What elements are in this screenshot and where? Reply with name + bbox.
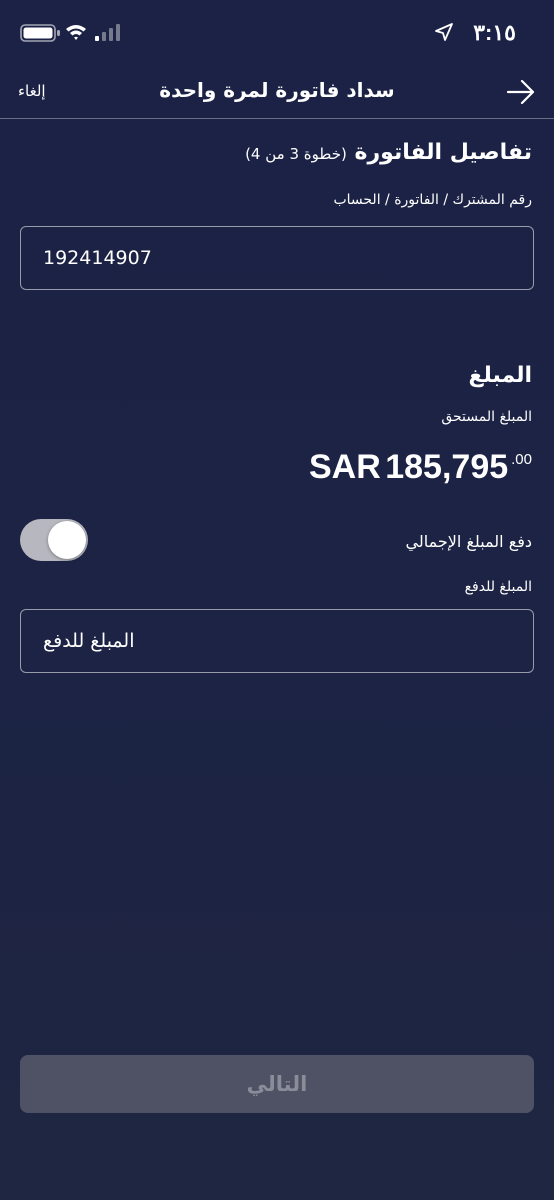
account-number-value: 192414907 (43, 247, 152, 269)
status-time: ٣:١٥ (473, 20, 516, 45)
cancel-button[interactable]: إلغاء (18, 82, 46, 100)
amount-due-label: المبلغ المستحق (441, 409, 532, 425)
wifi-icon (66, 25, 86, 40)
location-arrow-icon (435, 23, 453, 41)
toggle-knob (48, 521, 86, 559)
page-title: سداد فاتورة لمرة واحدة (159, 78, 395, 102)
amount-integer: 185,795 (385, 448, 509, 486)
pay-total-label: دفع المبلغ الإجمالي (405, 532, 532, 551)
amount-heading: المبلغ (468, 363, 532, 388)
amount-decimals: .00 (511, 451, 532, 468)
invoice-details-title: تفاصيل الفاتورة (354, 140, 533, 165)
invoice-details-heading: تفاصيل الفاتورة (خطوة 3 من 4) (245, 140, 532, 165)
pay-amount-field[interactable]: المبلغ للدفع (20, 609, 534, 673)
account-number-label: رقم المشترك / الفاتورة / الحساب (333, 192, 532, 208)
pay-amount-placeholder: المبلغ للدفع (43, 630, 135, 652)
arrow-right-icon[interactable] (506, 78, 536, 106)
step-indicator: (خطوة 3 من 4) (245, 145, 347, 163)
nav-bar: إلغاء سداد فاتورة لمرة واحدة (0, 64, 554, 119)
amount-due-value: SAR 185,795.00 (309, 448, 532, 487)
battery-icon (20, 24, 60, 42)
next-button[interactable]: التالي (20, 1055, 534, 1113)
pay-amount-label: المبلغ للدفع (464, 579, 532, 595)
cellular-signal-icon (95, 24, 120, 41)
account-number-field[interactable]: 192414907 (20, 226, 534, 290)
pay-total-toggle[interactable] (20, 519, 88, 561)
currency-code: SAR (308, 448, 381, 486)
status-bar: ٣:١٥ (0, 0, 554, 64)
